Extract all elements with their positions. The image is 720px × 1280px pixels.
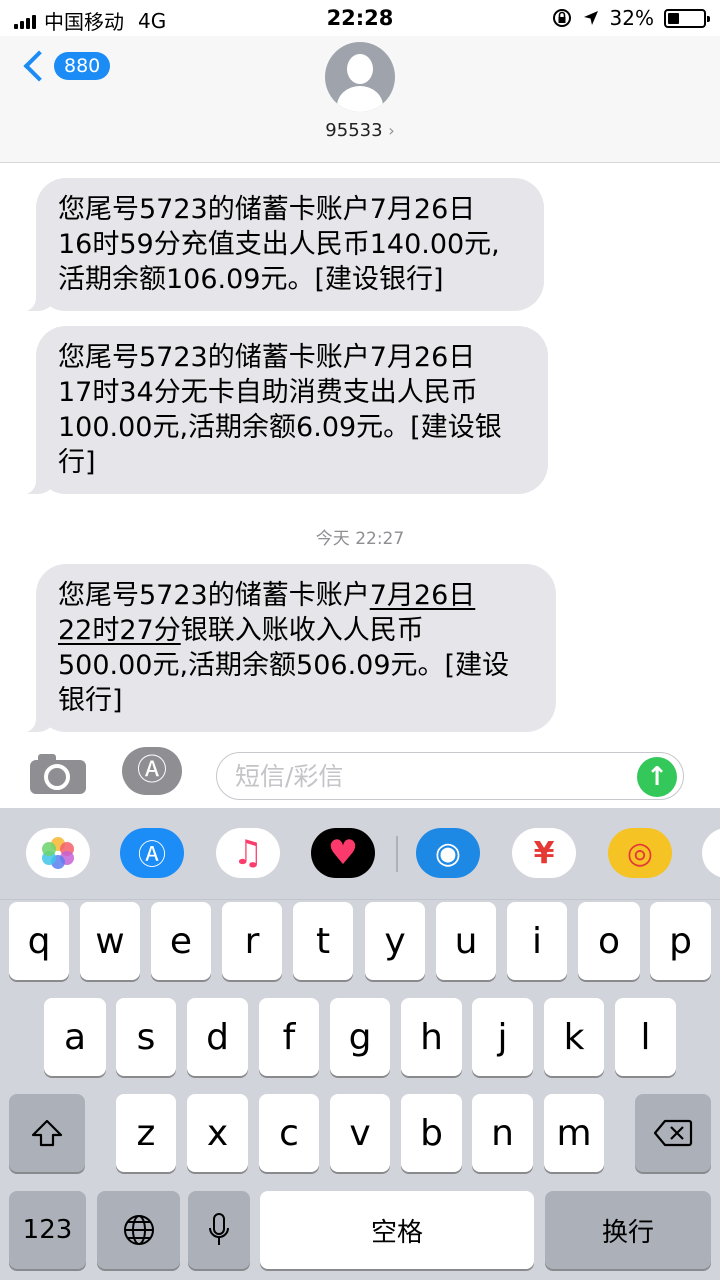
key-v[interactable]: v (330, 1094, 390, 1172)
key-w[interactable]: w (80, 902, 140, 980)
arrow-up-icon: ↑ (646, 762, 668, 792)
message-line: 您尾号5723的储蓄卡账户7月26日 (58, 342, 476, 373)
contact-avatar[interactable] (325, 42, 395, 112)
battery-percent: 32% (609, 6, 654, 30)
numbers-key[interactable]: 123 (9, 1191, 86, 1269)
key-h[interactable]: h (401, 998, 462, 1076)
message-input[interactable] (235, 759, 625, 793)
battery-icon (664, 8, 710, 28)
key-r[interactable]: r (222, 902, 282, 980)
message-bubble[interactable]: 您尾号5723的储蓄卡账户7月26日 22时27分银联入账收入人民币 500.0… (18, 564, 556, 733)
key-z[interactable]: z (116, 1094, 176, 1172)
message-bubble[interactable]: 您尾号5723的储蓄卡账户7月26日 17时34分无卡自助消费支出人民币 100… (18, 326, 548, 495)
key-m[interactable]: m (544, 1094, 604, 1172)
message-line: 17时34分无卡自助消费支出人民币 (58, 377, 478, 408)
key-c[interactable]: c (259, 1094, 319, 1172)
key-d[interactable]: d (187, 998, 248, 1076)
space-key[interactable]: 空格 (260, 1191, 534, 1269)
shift-key[interactable] (9, 1094, 85, 1172)
message-line: 您尾号5723的储蓄卡账户7月26日 (58, 194, 476, 225)
chevron-left-icon (23, 50, 55, 82)
microphone-icon (209, 1213, 229, 1245)
message-line: 活期余额106.09元。[建设银行] (58, 264, 444, 295)
app-store-app-icon[interactable]: Ⓐ (120, 828, 184, 878)
time-link[interactable]: 22时27分 (58, 615, 181, 646)
date-link[interactable]: 7月26日 (370, 580, 476, 611)
contact-name: 95533 (325, 120, 383, 141)
weibo-icon: ◎ (626, 835, 654, 871)
key-y[interactable]: y (365, 902, 425, 980)
weibo-app-icon[interactable]: ◎ (608, 828, 672, 878)
app-store-icon: Ⓐ (137, 838, 166, 871)
dictation-key[interactable] (188, 1191, 250, 1269)
key-b[interactable]: b (401, 1094, 462, 1172)
key-i[interactable]: i (507, 902, 567, 980)
contact-name-button[interactable]: 95533 › (0, 120, 720, 141)
unread-count-badge: 880 (54, 52, 111, 80)
globe-key[interactable] (97, 1191, 180, 1269)
heart-icon: ♥ (327, 833, 359, 873)
key-e[interactable]: e (151, 902, 211, 980)
key-j[interactable]: j (472, 998, 533, 1076)
key-l[interactable]: l (615, 998, 676, 1076)
avatar-body-icon (337, 86, 383, 112)
send-button[interactable]: ↑ (637, 757, 677, 797)
avatar-head-icon (347, 54, 373, 84)
status-right: 32% (552, 6, 710, 30)
photos-app-icon[interactable] (26, 828, 90, 878)
app-store-button[interactable]: Ⓐ (122, 747, 182, 795)
key-a[interactable]: a (44, 998, 106, 1076)
message-line: 银行] (58, 685, 123, 716)
message-line: 银联入账收入人民币 (180, 615, 424, 646)
key-o[interactable]: o (578, 902, 640, 980)
back-button[interactable]: 880 (20, 50, 111, 82)
yuan-icon: ¥ (533, 835, 555, 871)
music-app-icon[interactable]: ♫ (216, 828, 280, 878)
key-s[interactable]: s (116, 998, 176, 1076)
conversation-header: 880 95533 › (0, 36, 720, 163)
music-note-icon: ♫ (232, 833, 264, 873)
divider (396, 836, 398, 872)
message-bubble[interactable]: 您尾号5723的储蓄卡账户7月26日 16时59分充值支出人民币140.00元,… (18, 178, 544, 312)
globe-icon (123, 1215, 154, 1245)
app-store-icon: Ⓐ (137, 753, 167, 788)
message-line: 行] (58, 447, 96, 478)
message-line: 100.00元,活期余额6.09元。[建设银 (58, 412, 502, 443)
dolphin-icon: ◉ (434, 835, 462, 871)
shift-icon (31, 1119, 63, 1147)
key-k[interactable]: k (544, 998, 604, 1076)
compose-bar: Ⓐ ↑ (0, 742, 720, 808)
orientation-lock-icon (552, 9, 571, 27)
partial-app-icon[interactable] (702, 828, 720, 878)
chevron-right-icon: › (388, 121, 395, 140)
location-icon (583, 11, 598, 25)
message-timestamp: 今天 22:27 (315, 529, 405, 549)
key-x[interactable]: x (187, 1094, 248, 1172)
key-p[interactable]: p (650, 902, 711, 980)
return-key[interactable]: 换行 (545, 1191, 711, 1269)
key-n[interactable]: n (472, 1094, 533, 1172)
message-line: 您尾号5723的储蓄卡账户 (58, 580, 370, 611)
message-field[interactable]: ↑ (216, 752, 684, 800)
key-q[interactable]: q (9, 902, 69, 980)
key-t[interactable]: t (293, 902, 353, 980)
message-line: 16时59分充值支出人民币140.00元, (58, 229, 500, 260)
camera-button[interactable] (30, 754, 86, 794)
heart-sticker-app-icon[interactable]: ♥ (311, 828, 375, 878)
photos-icon (42, 837, 74, 869)
battery-level-fill (668, 12, 679, 24)
status-bar: 中国移动 4G 22:28 32% (0, 0, 720, 36)
delete-key[interactable] (635, 1094, 711, 1172)
dolphin-app-icon[interactable]: ◉ (416, 828, 480, 878)
imessage-app-drawer: Ⓐ ♫ ♥ ◉ ¥ ◎ (0, 808, 720, 900)
message-list[interactable]: 您尾号5723的储蓄卡账户7月26日 16时59分充值支出人民币140.00元,… (0, 164, 720, 742)
key-f[interactable]: f (259, 998, 319, 1076)
key-u[interactable]: u (436, 902, 496, 980)
keyboard: q w e r t y u i o p a s d f g h j k l z … (0, 900, 720, 1280)
message-line: 500.00元,活期余额506.09元。[建设 (58, 650, 510, 681)
camera-lens (44, 764, 70, 790)
backspace-icon (653, 1119, 693, 1147)
yuan-payment-app-icon[interactable]: ¥ (512, 828, 576, 878)
key-g[interactable]: g (330, 998, 390, 1076)
